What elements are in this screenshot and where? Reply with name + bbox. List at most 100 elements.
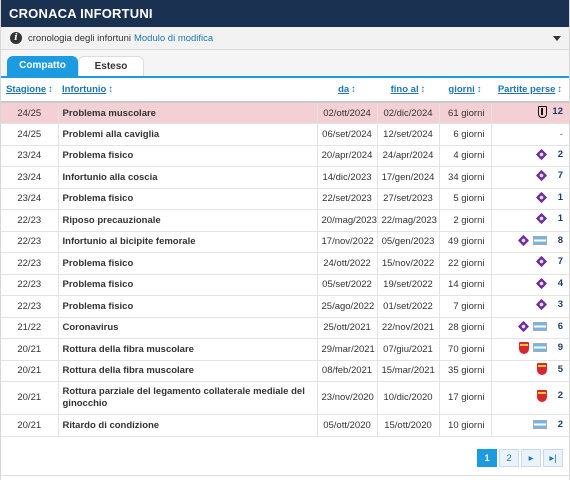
games-missed-cell: 9 xyxy=(490,338,569,361)
until-date-cell: 10/dic/2020 xyxy=(376,381,439,415)
games-missed-count: 9 xyxy=(557,342,563,354)
games-missed-count: 2 xyxy=(557,148,563,160)
column-header-injury[interactable]: Infortunio ↕ xyxy=(58,78,317,103)
injury-cell: Problema muscolare xyxy=(57,102,317,124)
table-row: 24/25 Problemi alla caviglia 06/set/2024 12… xyxy=(1,123,569,146)
fiorentina-logo-icon[interactable] xyxy=(535,170,548,182)
bottom-divider xyxy=(1,475,569,476)
days-cell: 49 giorni xyxy=(438,231,491,253)
season-cell: 22/23 xyxy=(1,274,58,296)
games-missed-cell: 2 xyxy=(490,145,569,167)
info-text: cronologia degli infortuni xyxy=(28,32,131,44)
until-date-cell: 15/mar/2021 xyxy=(376,360,439,382)
injury-cell: Rottura parziale del legamento collatera… xyxy=(57,381,317,415)
from-date-cell: 08/feb/2021 xyxy=(316,360,377,382)
season-cell: 22/23 xyxy=(1,209,58,232)
fiorentina-logo-icon[interactable] xyxy=(535,213,548,225)
fiorentina-logo-icon[interactable] xyxy=(517,320,530,332)
games-missed-cell: 7 xyxy=(490,166,569,189)
column-header-games[interactable]: Partite perse ↕ xyxy=(491,78,569,103)
table-row: 23/24 Problema fisico 20/apr/2024 24/apr/20… xyxy=(1,145,569,167)
page-1-button[interactable]: 1 xyxy=(477,449,497,467)
until-date-cell: 15/nov/2022 xyxy=(376,252,439,275)
games-missed-cell: 2 xyxy=(490,381,569,415)
pagination: 1 2 ▸ ▸| xyxy=(477,449,563,467)
argentina-flag-icon[interactable] xyxy=(533,419,547,429)
table-row: 22/23 Infortunio al bicipite femorale 17/n… xyxy=(1,231,569,253)
column-header-until[interactable]: fino al ↕ xyxy=(377,78,439,103)
from-date-cell: 02/ott/2024 xyxy=(316,102,377,124)
edit-form-link[interactable]: Modulo di modifica xyxy=(134,33,213,44)
page-2-button[interactable]: 2 xyxy=(499,449,519,467)
season-cell: 23/24 xyxy=(1,145,58,167)
argentina-flag-icon[interactable] xyxy=(533,321,547,331)
injury-cell: Problema fisico xyxy=(57,252,317,275)
tab-compact[interactable]: Compatto xyxy=(7,56,78,76)
games-missed-count: 7 xyxy=(557,170,563,182)
season-cell: 24/25 xyxy=(1,123,58,146)
table-row: 20/21 Rottura della fibra muscolare 29/mar… xyxy=(1,338,569,361)
injury-cell: Problema fisico xyxy=(57,188,317,210)
from-date-cell: 25/ago/2022 xyxy=(316,295,377,318)
games-missed-count: 4 xyxy=(557,277,563,289)
games-missed-count: 5 xyxy=(557,363,563,375)
table-row: 21/22 Coronavirus 25/ott/2021 22/nov/2021 28… xyxy=(1,317,569,339)
until-date-cell: 15/ott/2020 xyxy=(376,414,439,437)
fiorentina-logo-icon[interactable] xyxy=(535,299,548,311)
fiorentina-logo-icon[interactable] xyxy=(535,277,548,289)
days-cell: 61 giorni xyxy=(438,102,491,124)
until-date-cell: 02/dic/2024 xyxy=(376,102,439,124)
argentina-flag-icon[interactable] xyxy=(533,235,547,245)
table-row: 22/23 Problema fisico 25/ago/2022 01/set/20… xyxy=(1,295,569,318)
days-cell: 34 giorni xyxy=(438,166,491,189)
juventus-logo-icon[interactable] xyxy=(538,105,547,118)
from-date-cell: 17/nov/2022 xyxy=(316,231,377,253)
fiorentina-logo-icon[interactable] xyxy=(535,191,548,203)
table-row: 20/21 Ritardo di condizione 05/ott/2020 15/… xyxy=(1,414,569,437)
fiorentina-logo-icon[interactable] xyxy=(535,256,548,268)
fiorentina-logo-icon[interactable] xyxy=(517,234,530,246)
season-cell: 24/25 xyxy=(1,102,58,124)
column-header-from[interactable]: da ↕ xyxy=(317,78,377,103)
until-date-cell: 22/nov/2021 xyxy=(376,317,439,339)
days-cell: 6 giorni xyxy=(438,123,491,146)
until-date-cell: 27/set/2023 xyxy=(376,188,439,210)
until-date-cell: 17/gen/2024 xyxy=(376,166,439,189)
season-cell: 20/21 xyxy=(1,338,58,361)
days-cell: 14 giorni xyxy=(438,274,491,296)
info-icon: i xyxy=(10,32,22,44)
days-cell: 7 giorni xyxy=(438,295,491,318)
injury-history-widget: CRONACA INFORTUNI i cronologia degli inf… xyxy=(0,0,570,480)
tab-extended[interactable]: Esteso xyxy=(78,56,144,76)
next-page-button[interactable]: ▸ xyxy=(521,449,541,467)
from-date-cell: 22/set/2023 xyxy=(316,188,377,210)
games-missed-count: - xyxy=(559,128,563,140)
season-cell: 23/24 xyxy=(1,188,58,210)
until-date-cell: 19/set/2022 xyxy=(376,274,439,296)
table-row: 22/23 Problema fisico 05/set/2022 19/set/20… xyxy=(1,274,569,296)
chevron-down-icon[interactable] xyxy=(553,36,561,41)
stuttgart-logo-icon[interactable] xyxy=(537,363,547,376)
days-cell: 17 giorni xyxy=(438,381,491,415)
until-date-cell: 07/giu/2021 xyxy=(376,338,439,361)
argentina-flag-icon[interactable] xyxy=(533,343,547,353)
last-page-button[interactable]: ▸| xyxy=(543,449,563,467)
from-date-cell: 20/mag/2023 xyxy=(316,209,377,232)
column-header-season[interactable]: Stagione ↕ xyxy=(1,78,58,103)
from-date-cell: 05/ott/2020 xyxy=(316,414,377,437)
column-header-days[interactable]: giorni ↕ xyxy=(439,78,491,103)
stuttgart-logo-icon[interactable] xyxy=(537,390,547,402)
table-row: 20/21 Rottura parziale del legamento coll… xyxy=(1,381,569,415)
games-missed-count: 8 xyxy=(557,234,563,246)
injury-cell: Problemi alla caviglia xyxy=(57,123,317,146)
games-missed-cell: 8 xyxy=(490,231,569,253)
until-date-cell: 22/mag/2023 xyxy=(376,209,439,232)
games-missed-cell: 5 xyxy=(490,360,569,382)
season-cell: 20/21 xyxy=(1,381,58,415)
until-date-cell: 12/set/2024 xyxy=(376,123,439,146)
injury-cell: Ritardo di condizione xyxy=(57,414,317,437)
games-missed-count: 12 xyxy=(552,106,563,117)
injury-cell: Infortunio al bicipite femorale xyxy=(57,231,317,253)
stuttgart-logo-icon[interactable] xyxy=(519,341,529,354)
fiorentina-logo-icon[interactable] xyxy=(535,148,548,160)
